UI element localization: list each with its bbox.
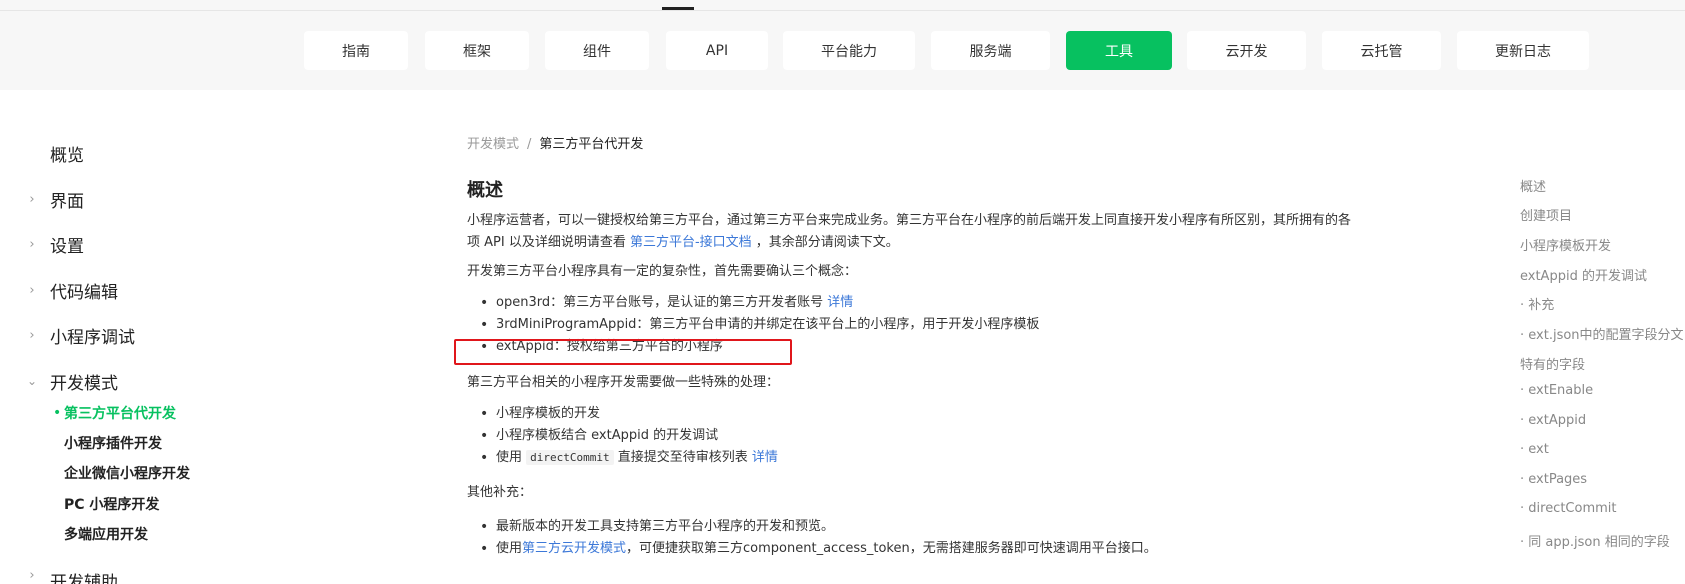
sidebar-item-label: 开发辅助 <box>50 573 118 584</box>
highlight-annotation <box>454 339 792 365</box>
sidebar-item-debug[interactable]: › 小程序调试 <box>0 320 330 350</box>
sidebar-sub-multi[interactable]: 多端应用开发 <box>0 519 330 549</box>
breadcrumb: 开发模式 / 第三方平台代开发 <box>467 133 643 152</box>
nav-tab-server[interactable]: 服务端 <box>931 31 1050 70</box>
chevron-right-icon: › <box>29 236 35 252</box>
list-item-text: ，可便捷获取第三方component_access_token，无需搭建服务器即… <box>626 541 1157 556</box>
breadcrumb-parent[interactable]: 开发模式 <box>467 137 519 152</box>
intro-text: 项 API 以及详细说明请查看 <box>467 235 630 250</box>
nav-tab-guide[interactable]: 指南 <box>304 31 408 70</box>
top-indicator <box>662 7 694 10</box>
nav-tab-tools[interactable]: 工具 <box>1066 31 1172 70</box>
sidebar-sub-label: 企业微信小程序开发 <box>64 466 190 482</box>
sidebar-item-dev-mode[interactable]: ⌄ 开发模式 <box>0 366 330 396</box>
toc-item[interactable]: · extAppid <box>1520 413 1586 428</box>
sidebar-sub-label: 第三方平台代开发 <box>64 406 176 422</box>
nav-tab-framework[interactable]: 框架 <box>425 31 529 70</box>
toc-item[interactable]: · ext <box>1520 442 1549 457</box>
cloud-dev-mode-link[interactable]: 第三方云开发模式 <box>522 541 626 556</box>
sidebar-sub-label: 小程序插件开发 <box>64 436 162 452</box>
list-item-text: 直接提交至待审核列表 <box>613 450 752 465</box>
sidebar-sub-third-party[interactable]: • 第三方平台代开发 <box>0 398 330 428</box>
toc-item[interactable]: · 同 app.json 相同的字段 <box>1520 531 1670 550</box>
nav-tab-platform[interactable]: 平台能力 <box>783 31 915 70</box>
nav-tab-cloud-dev[interactable]: 云开发 <box>1187 31 1306 70</box>
list-item: 使用 directCommit 直接提交至待审核列表 详情 <box>480 447 778 469</box>
special-list: 小程序模板的开发 小程序模板结合 extAppid 的开发调试 使用 direc… <box>480 403 778 469</box>
sidebar-sub-label: 多端应用开发 <box>64 527 148 543</box>
toc-item[interactable]: · extEnable <box>1520 383 1593 398</box>
chevron-right-icon: › <box>29 568 35 583</box>
list-item: open3rd：第三方平台账号，是认证的第三方开发者账号 详情 <box>480 292 1039 314</box>
list-item-text: 使用 <box>496 450 527 465</box>
special-intro: 第三方平台相关的小程序开发需要做一些特殊的处理： <box>467 375 780 390</box>
list-item: 小程序模板的开发 <box>480 403 778 425</box>
sidebar-item-overview[interactable]: 概览 <box>0 138 330 168</box>
page-title: 概述 <box>467 180 503 201</box>
intro-text: ，其余部分请阅读下文。 <box>751 235 899 250</box>
list-item-text: 使用 <box>496 541 523 556</box>
sidebar-item-interface[interactable]: › 界面 <box>0 184 330 214</box>
chevron-right-icon: › <box>29 282 35 298</box>
sidebar-sub-wecom[interactable]: 企业微信小程序开发 <box>0 458 330 488</box>
toc-item[interactable]: · ext.json中的配置字段分文 <box>1520 324 1684 343</box>
nav-tab-api[interactable]: API <box>666 31 768 70</box>
sidebar-item-dev-assist[interactable]: › 开发辅助 <box>0 568 330 584</box>
intro-line-1: 小程序运营者，可以一键授权给第三方平台，通过第三方平台来完成业务。第三方平台在小… <box>467 213 1352 228</box>
sidebar-item-label: 代码编辑 <box>50 282 118 303</box>
sidebar-sub-pc[interactable]: PC 小程序开发 <box>0 489 330 519</box>
concepts-intro: 开发第三方平台小程序具有一定的复杂性，首先需要确认三个概念： <box>467 264 858 279</box>
list-item: 最新版本的开发工具支持第三方平台小程序的开发和预览。 <box>480 516 1157 538</box>
inline-code: directCommit <box>526 450 614 465</box>
toc-item[interactable]: · directCommit <box>1520 501 1617 516</box>
list-item-text: 小程序模板结合 extAppid 的开发调试 <box>496 428 719 443</box>
nav-tab-changelog[interactable]: 更新日志 <box>1457 31 1589 70</box>
list-item: 使用第三方云开发模式，可便捷获取第三方component_access_toke… <box>480 538 1157 560</box>
other-list: 最新版本的开发工具支持第三方平台小程序的开发和预览。 使用第三方云开发模式，可便… <box>480 516 1157 560</box>
list-item: 3rdMiniProgramAppid：第三方平台申请的并绑定在该平台上的小程序… <box>480 314 1039 336</box>
list-item-text: 小程序模板的开发 <box>496 406 601 421</box>
sidebar-item-label: 开发模式 <box>50 373 118 394</box>
sidebar-item-code-edit[interactable]: › 代码编辑 <box>0 275 330 305</box>
other-intro: 其他补充： <box>467 485 533 500</box>
sidebar-sub-plugin[interactable]: 小程序插件开发 <box>0 428 330 458</box>
sidebar-sub-label: PC 小程序开发 <box>64 497 160 513</box>
toc-item[interactable]: 概述 <box>1520 176 1546 195</box>
toc-item[interactable]: · 补充 <box>1520 294 1554 313</box>
active-dot-icon: • <box>53 405 62 421</box>
sidebar-item-settings[interactable]: › 设置 <box>0 229 330 259</box>
list-item-text: open3rd：第三方平台账号，是认证的第三方开发者账号 <box>496 295 828 310</box>
toc-item[interactable]: · extPages <box>1520 472 1587 487</box>
api-doc-link[interactable]: 第三方平台-接口文档 <box>630 235 752 250</box>
direct-commit-detail-link[interactable]: 详情 <box>752 450 778 465</box>
nav-tab-components[interactable]: 组件 <box>545 31 649 70</box>
toc-item[interactable]: 创建项目 <box>1520 205 1572 224</box>
breadcrumb-current: 第三方平台代开发 <box>539 137 644 152</box>
list-item-text: 最新版本的开发工具支持第三方平台小程序的开发和预览。 <box>496 519 835 534</box>
sidebar-item-label: 概览 <box>50 145 84 166</box>
toc-item[interactable]: 小程序模板开发 <box>1520 235 1611 254</box>
sidebar-item-label: 设置 <box>50 236 84 257</box>
chevron-down-icon: ⌄ <box>26 374 38 388</box>
list-item-text: 3rdMiniProgramAppid：第三方平台申请的并绑定在该平台上的小程序… <box>496 317 1040 332</box>
intro-paragraph: 小程序运营者，可以一键授权给第三方平台，通过第三方平台来完成业务。第三方平台在小… <box>467 210 1427 254</box>
top-divider <box>0 10 1685 11</box>
chevron-right-icon: › <box>29 327 35 343</box>
toc-item[interactable]: extAppid 的开发调试 <box>1520 265 1647 284</box>
open3rd-detail-link[interactable]: 详情 <box>827 295 853 310</box>
breadcrumb-separator: / <box>527 137 532 152</box>
chevron-right-icon: › <box>29 191 35 207</box>
toc-item[interactable]: 特有的字段 <box>1520 354 1585 373</box>
sidebar-item-label: 界面 <box>50 191 84 212</box>
intro-line-2: 项 API 以及详细说明请查看 第三方平台-接口文档 ，其余部分请阅读下文。 <box>467 232 1427 254</box>
sidebar-item-label: 小程序调试 <box>50 327 135 348</box>
list-item: 小程序模板结合 extAppid 的开发调试 <box>480 425 778 447</box>
nav-tab-cloud-hosting[interactable]: 云托管 <box>1322 31 1441 70</box>
